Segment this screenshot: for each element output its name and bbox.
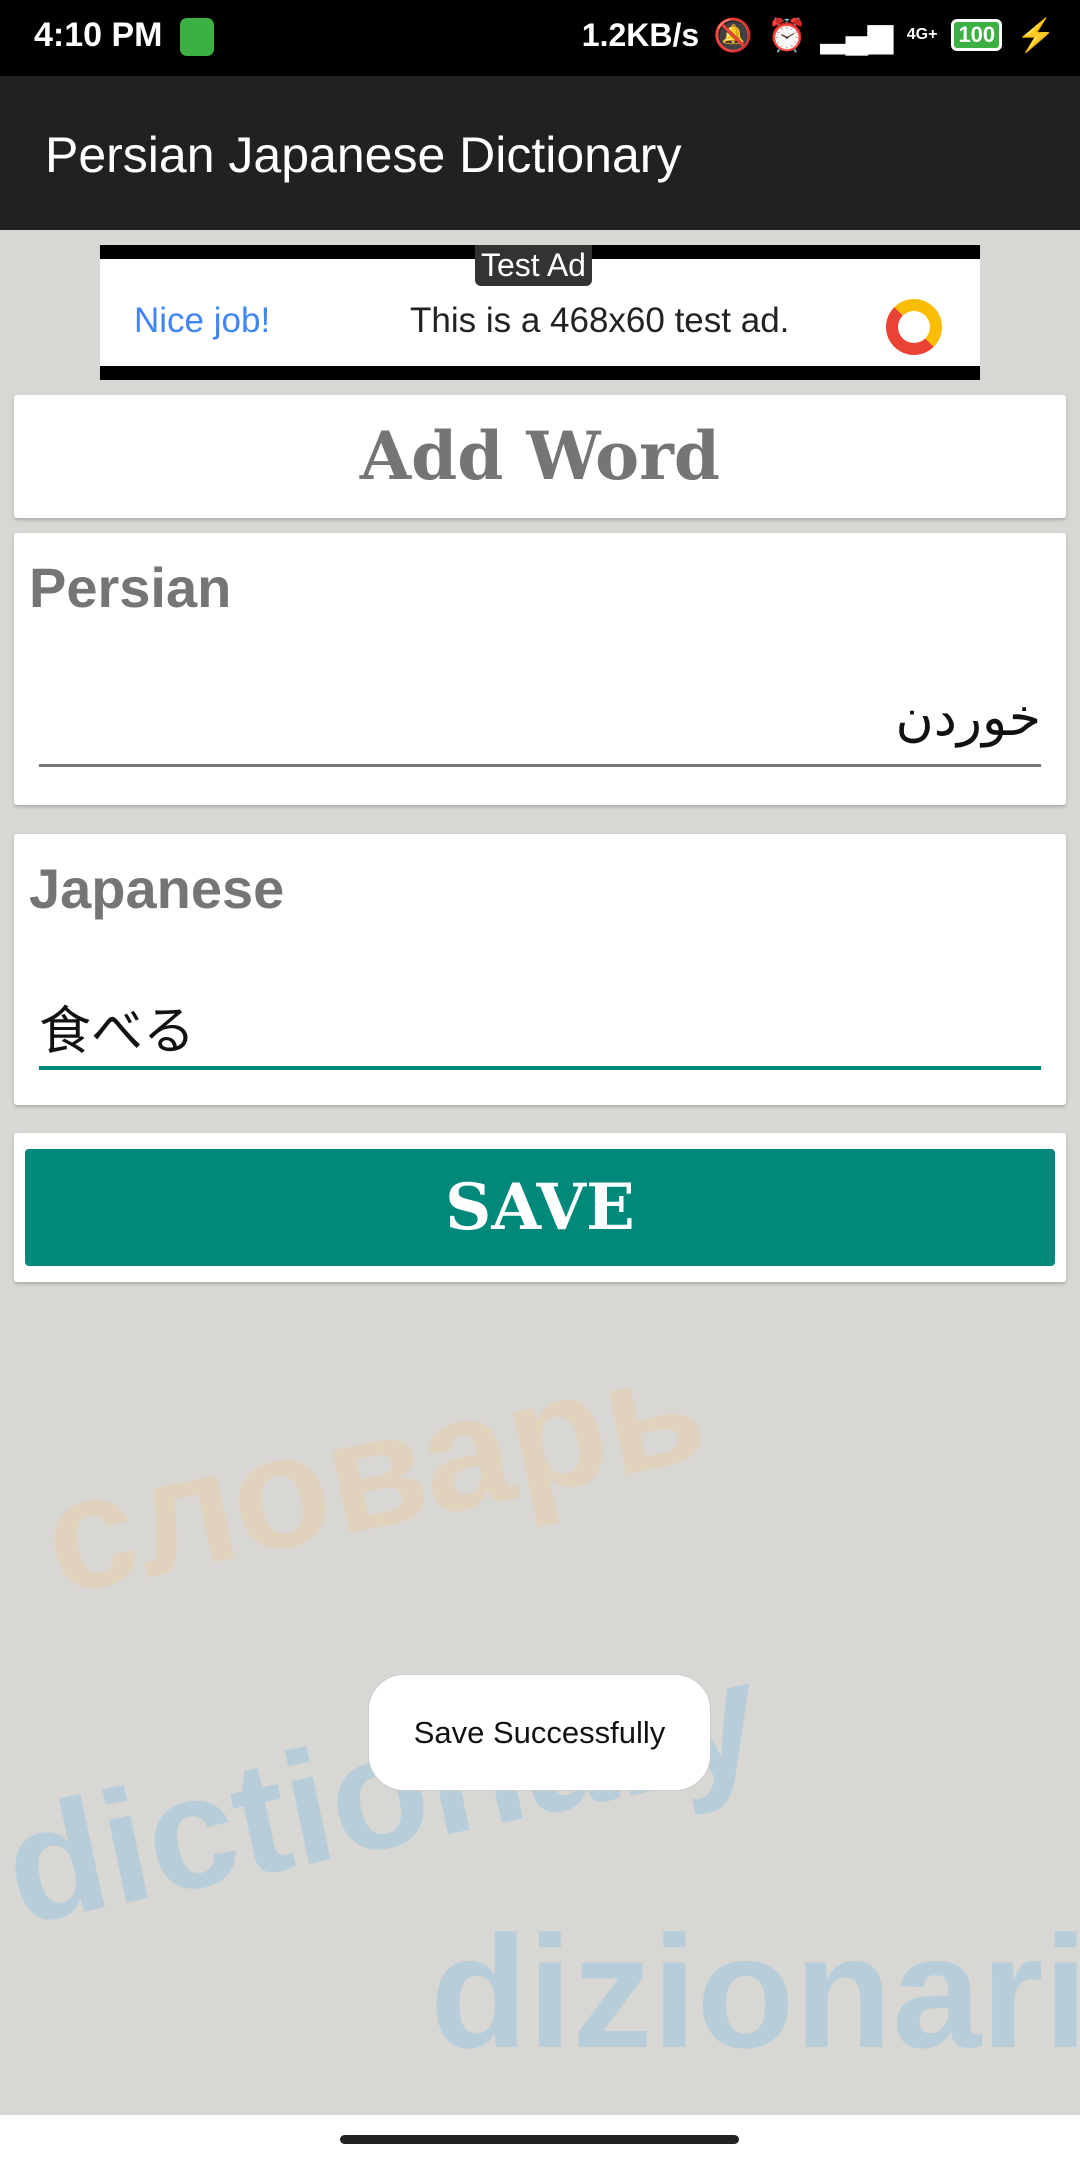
page-title: Add Word (359, 417, 721, 495)
navigation-bar (0, 2115, 1080, 2160)
ad-logo-icon (886, 299, 942, 355)
persian-field-card: Persian خوردن (14, 533, 1066, 805)
charging-icon: ⚡ (1016, 17, 1056, 53)
japanese-field-card: Japanese 食べる (14, 834, 1066, 1105)
status-icons: 1.2KB/s 🔕 ⏰ ▂▄▆ 4G+ 100 ⚡ (582, 16, 1056, 54)
bell-off-icon: 🔕 (713, 17, 754, 53)
save-button[interactable]: SAVE (25, 1149, 1055, 1266)
net-speed: 1.2KB/s (581, 16, 700, 53)
signal-4g-icon: 4G+ (906, 26, 938, 43)
home-gesture-handle[interactable] (340, 2135, 739, 2144)
background-watermark: словарь (28, 1314, 719, 1629)
battery-icon: 100 (951, 19, 1003, 51)
test-ad-tag: Test Ad (475, 245, 592, 286)
persian-underline (39, 764, 1041, 767)
japanese-input[interactable]: 食べる (39, 989, 1041, 1064)
japanese-label: Japanese (29, 857, 285, 920)
ad-message: This is a 468x60 test ad. (410, 301, 790, 340)
signal-icon: ▂▄▆ (820, 17, 893, 53)
add-word-header: Add Word (14, 395, 1066, 518)
toast-message: Save Successfully (368, 1674, 711, 1791)
background-watermark: dizionario (430, 1902, 1080, 2081)
app-icon (180, 18, 214, 56)
alarm-icon: ⏰ (767, 17, 807, 53)
clock: 4:10 PM (34, 16, 163, 54)
app-title: Persian Japanese Dictionary (45, 127, 682, 183)
ad-banner[interactable]: Test Ad Nice job! This is a 468x60 test … (100, 245, 980, 380)
app-bar: Persian Japanese Dictionary (0, 76, 1080, 230)
save-card: SAVE (14, 1133, 1066, 1282)
status-bar: 4:10 PM 1.2KB/s 🔕 ⏰ ▂▄▆ 4G+ 100 ⚡ (0, 0, 1080, 76)
persian-label: Persian (29, 556, 232, 619)
japanese-underline (39, 1066, 1041, 1070)
persian-input[interactable]: خوردن (39, 688, 1041, 748)
ad-headline: Nice job! (134, 301, 271, 340)
